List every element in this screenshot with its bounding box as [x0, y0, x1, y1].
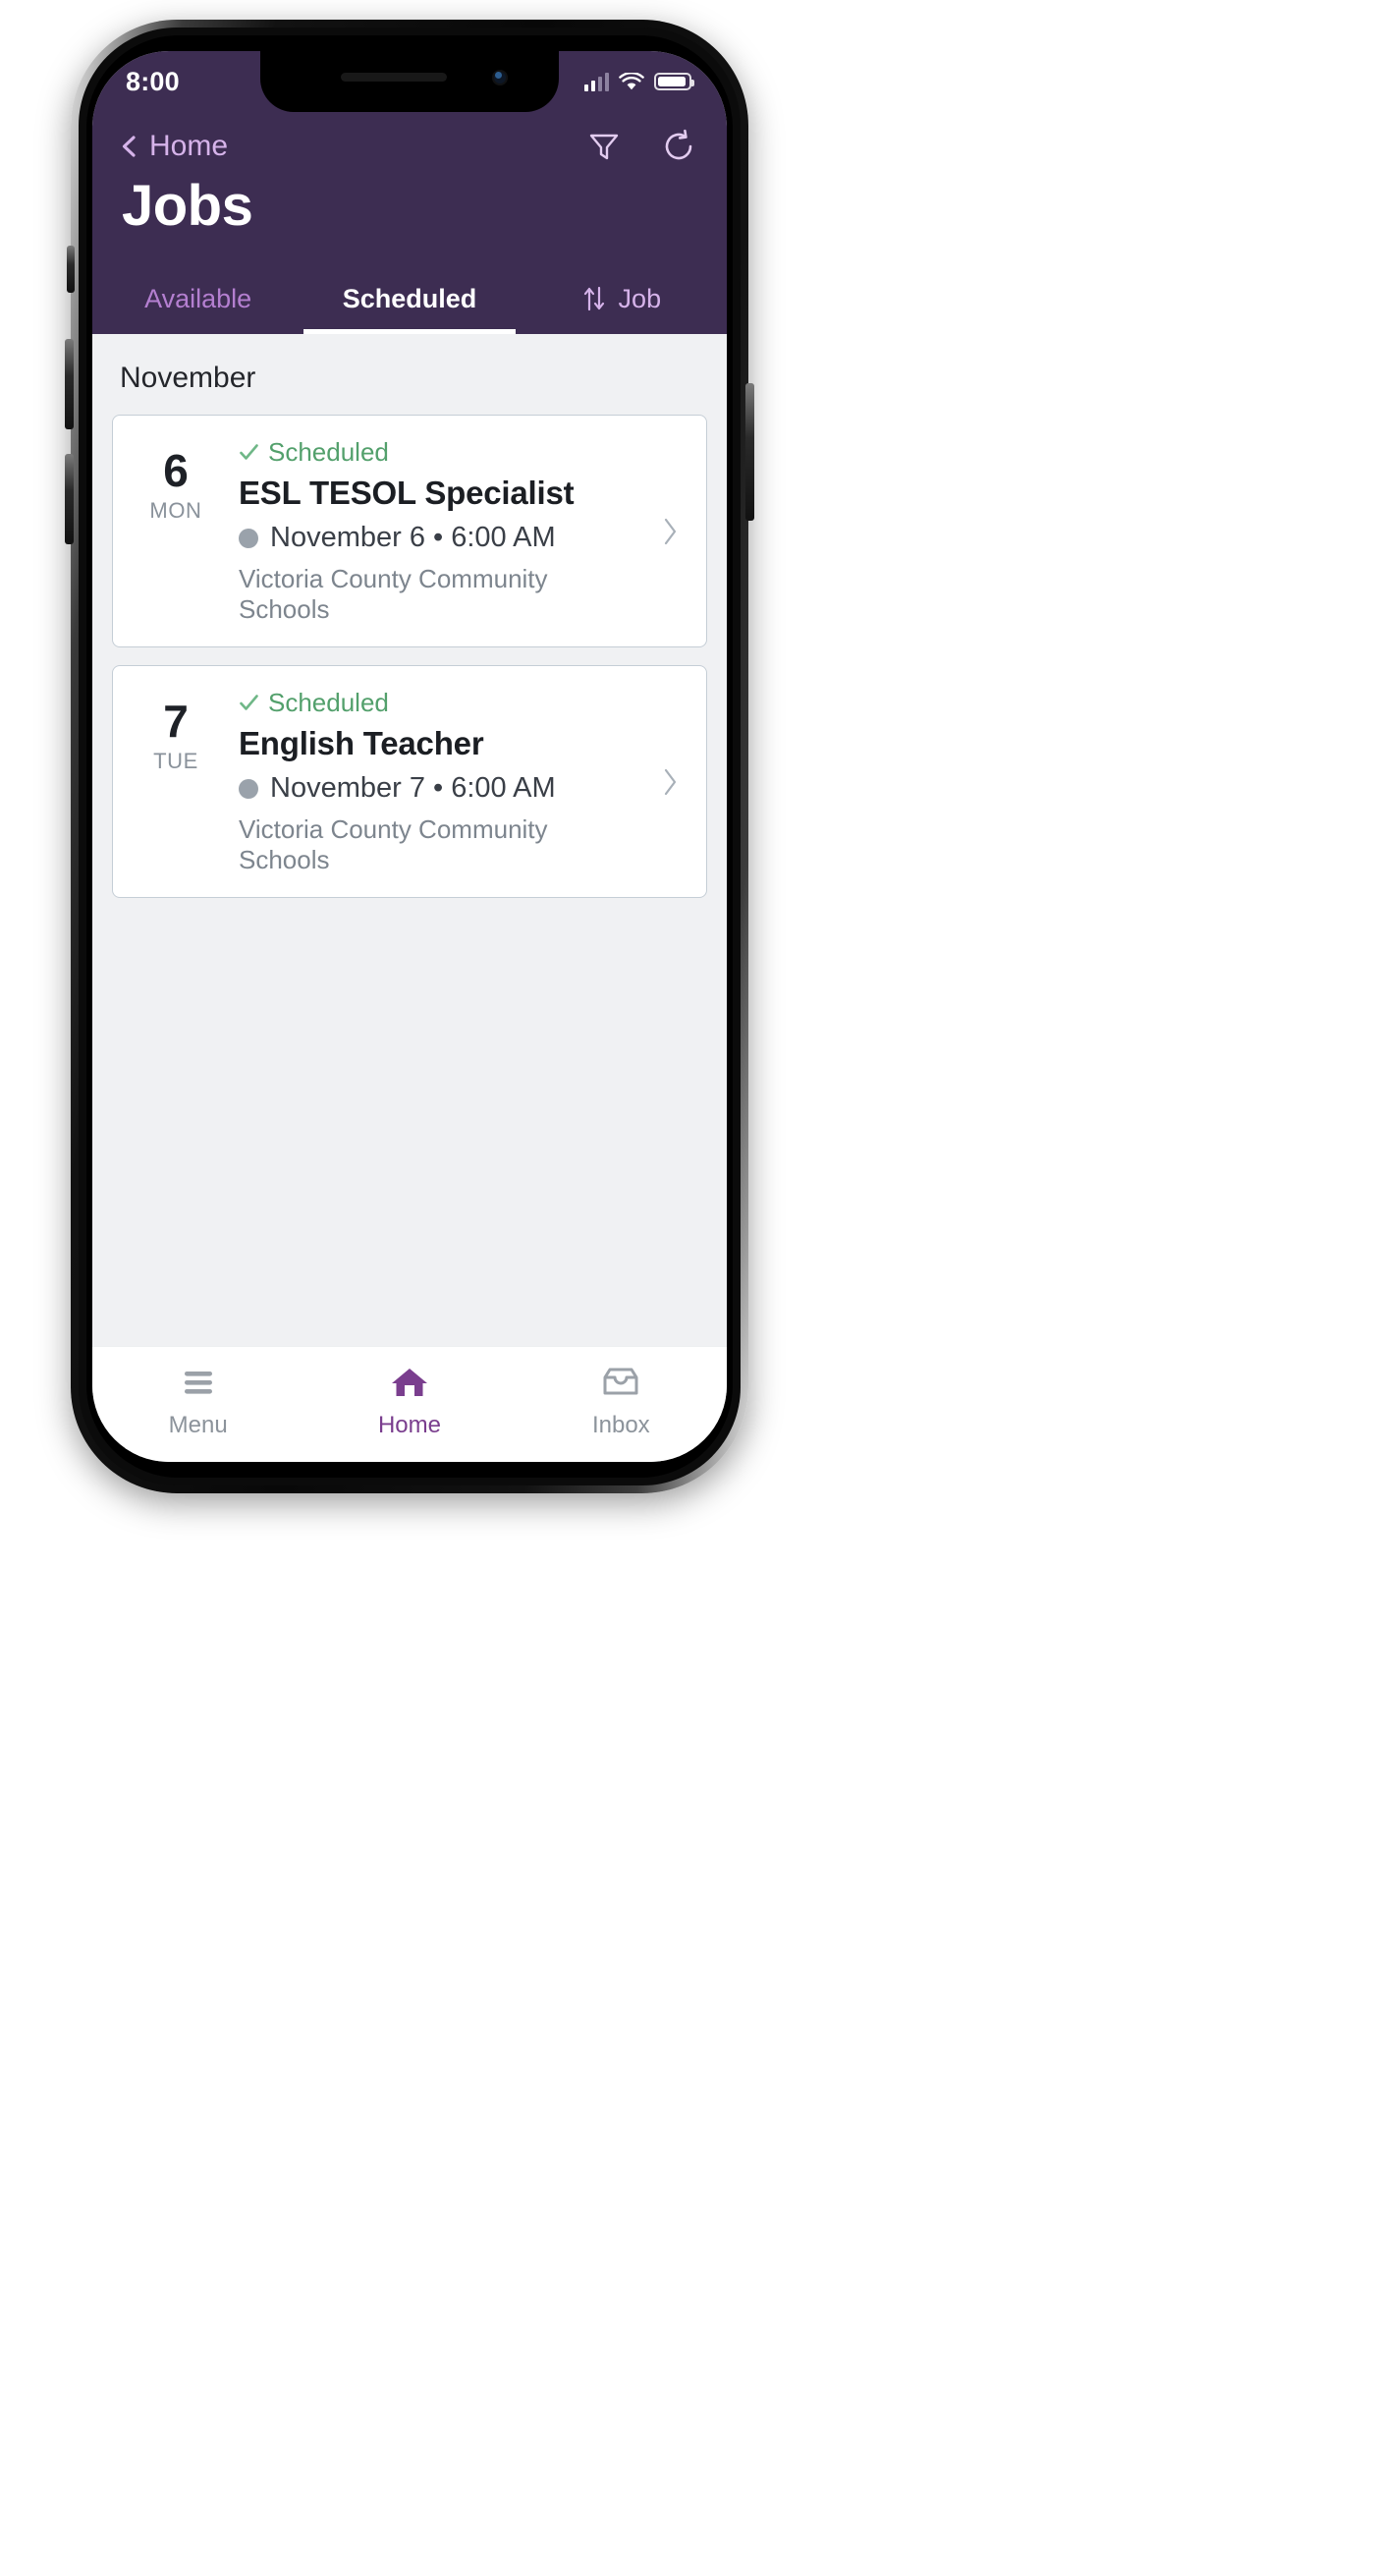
back-button-label: Home [149, 130, 229, 162]
job-organization: Victoria County Community Schools [239, 814, 548, 874]
tab-scheduled[interactable]: Scheduled [303, 263, 516, 334]
home-icon [390, 1363, 429, 1402]
job-card-day-number: 7 [163, 696, 189, 747]
job-schedule: November 6 • 6:00 AM [239, 522, 645, 554]
inbox-tray-icon [601, 1363, 640, 1402]
sort-arrows-icon [581, 285, 607, 312]
job-card-date: 7 TUE [113, 688, 239, 875]
check-icon [239, 693, 259, 713]
hamburger-menu-icon [179, 1363, 218, 1402]
job-organization: Victoria County Community Schools [239, 564, 548, 624]
volume-down-button[interactable] [65, 454, 74, 544]
back-button[interactable]: Home [118, 130, 228, 163]
job-card-details: Scheduled ESL TESOL Specialist November … [239, 437, 651, 625]
bottom-nav-inbox-label: Inbox [591, 1412, 650, 1438]
bottom-nav-home[interactable]: Home [303, 1363, 515, 1439]
front-camera-icon [492, 70, 508, 85]
earpiece-speaker [341, 73, 447, 82]
screenshot-canvas: 8:00 Home Jobs Available Scheduled Job N… [0, 0, 1375, 2576]
chevron-right-icon [662, 517, 680, 546]
job-datetime: November 7 • 6:00 AM [270, 772, 556, 804]
refresh-icon[interactable] [660, 128, 697, 165]
chevron-right-icon [662, 767, 680, 797]
status-badge: Scheduled [239, 688, 645, 718]
job-card[interactable]: 6 MON Scheduled ESL TESOL Specialist Nov… [112, 415, 707, 647]
job-card[interactable]: 7 TUE Scheduled English Teacher November… [112, 665, 707, 898]
sort-by-job-button[interactable]: Job [516, 263, 727, 334]
bottom-nav-menu-label: Menu [168, 1412, 228, 1438]
job-tabs: Available Scheduled Job [92, 263, 727, 334]
status-badge: Scheduled [239, 437, 645, 468]
status-dot-icon [239, 778, 258, 799]
page-title: Jobs [122, 174, 253, 238]
volume-up-button[interactable] [65, 339, 74, 429]
month-header: November [120, 362, 256, 394]
cellular-signal-icon [583, 72, 609, 91]
job-card-date: 6 MON [113, 437, 239, 625]
device-notch [260, 51, 559, 112]
status-label: Scheduled [268, 437, 389, 467]
job-card-details: Scheduled English Teacher November 7 • 6… [239, 688, 651, 875]
tab-scheduled-label: Scheduled [342, 283, 477, 313]
sort-by-job-label: Job [618, 283, 662, 313]
battery-icon [654, 73, 694, 90]
tab-available-label: Available [144, 283, 252, 313]
job-card-disclosure[interactable] [651, 688, 690, 875]
bottom-nav-inbox[interactable]: Inbox [516, 1363, 727, 1439]
job-datetime: November 6 • 6:00 AM [270, 522, 556, 553]
job-card-day-name: TUE [153, 749, 198, 774]
job-title: English Teacher [239, 725, 484, 761]
status-label: Scheduled [268, 688, 389, 717]
silent-switch[interactable] [67, 246, 75, 293]
job-title: ESL TESOL Specialist [239, 475, 575, 511]
status-dot-icon [239, 528, 258, 548]
bottom-navigation: Menu Home Inbox [92, 1346, 727, 1462]
phone-screen: 8:00 Home Jobs Available Scheduled Job N… [92, 51, 727, 1462]
job-card-day-number: 6 [163, 445, 189, 496]
wifi-icon [619, 71, 644, 91]
bottom-nav-home-label: Home [377, 1412, 441, 1438]
navigation-bar: Home [92, 116, 727, 177]
check-icon [239, 442, 259, 463]
chevron-left-icon [118, 135, 141, 158]
job-schedule: November 7 • 6:00 AM [239, 772, 645, 805]
job-card-disclosure[interactable] [651, 437, 690, 625]
bottom-nav-menu[interactable]: Menu [92, 1363, 303, 1439]
status-bar-clock: 8:00 [126, 66, 180, 96]
status-bar-indicators [583, 71, 698, 91]
filter-icon[interactable] [585, 128, 623, 165]
jobs-list-container: November 6 MON Scheduled ESL TESOL Speci… [92, 334, 727, 1346]
tab-available[interactable]: Available [92, 263, 303, 334]
job-card-day-name: MON [149, 498, 202, 524]
header-actions [585, 128, 697, 165]
power-button[interactable] [745, 383, 754, 521]
